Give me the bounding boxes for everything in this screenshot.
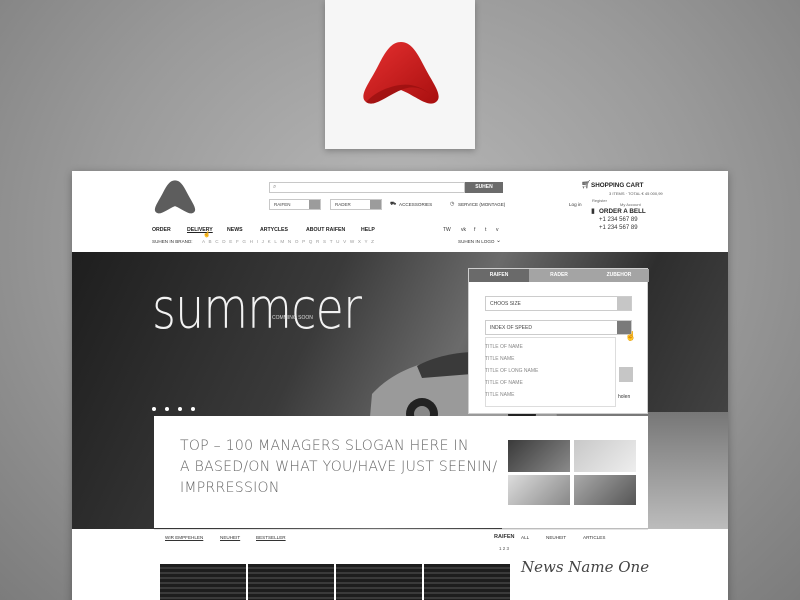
thumbnail-image[interactable] [508,475,570,505]
tire-product-image[interactable] [336,564,422,600]
phone-icon: ▮ [591,208,595,215]
chevron-down-icon [370,200,381,209]
pagination[interactable]: 1 2 3 [499,546,509,551]
nav-artycles[interactable]: ARTYCLES [260,227,288,233]
chevron-down-icon [309,200,320,209]
login-link[interactable]: Log in [569,202,582,207]
clock-icon: ◷ [450,201,455,207]
filter-new[interactable]: NEUHEIT [220,535,240,540]
news-title[interactable]: News Name One [521,558,649,576]
carousel-dot[interactable] [165,407,169,411]
nav-order[interactable]: ORDER [152,227,171,233]
website-mockup: ⌕ SUHEN RAIFEN RADER ⛟ ACCESSORIES ◷ SER… [72,171,728,600]
carousel-dot[interactable] [178,407,182,411]
vk-icon[interactable]: vk [461,227,466,233]
tire-product-image[interactable] [248,564,334,600]
tire-search-panel: RAIFEN RADER ZUBEHOR CHOOS SIZE INDEX OF… [468,268,649,414]
tire-product-image[interactable] [424,564,510,600]
select-raifen-value: RAIFEN [274,202,291,207]
logo-filter-label[interactable]: SUHEN IN LOGO [458,239,495,244]
cart-summary: 3 ITEMS · TOTAL € 45 000,99 [609,191,663,196]
promo-content: TOP – 100 MANAGERS SLOGAN HERE IN A BASE… [154,416,648,528]
search-icon: ⌕ [273,184,277,190]
panel-side-text: holen [618,394,631,400]
hero-subtitle: COMMING SOON [272,315,313,321]
nav-about[interactable]: ABOUT RAIFEN [306,227,345,233]
site-logo-icon[interactable] [152,179,198,215]
dropdown-option[interactable]: TITLE OF LONG NAME [485,368,538,374]
filter-category-title: RAIFEN [494,534,515,540]
filter-all[interactable]: ALL [521,535,529,540]
tab-raifen[interactable]: RAIFEN [469,269,529,282]
thumbnail-image[interactable] [574,440,636,472]
slogan-line: TOP – 100 MANAGERS SLOGAN HERE IN [180,438,469,454]
tumblr-icon[interactable]: t [485,227,486,233]
carousel-dot[interactable] [152,407,156,411]
brand-logo-card [325,0,475,149]
dropdown-option[interactable]: TITLE OF NAME [485,344,523,350]
tab-zubehor[interactable]: ZUBEHOR [589,269,649,282]
filter-bestseller[interactable]: BESTSELLER [256,535,286,540]
chevron-down-icon[interactable] [619,367,633,382]
slogan-line: A BASED/ON WHAT YOU/HAVE JUST SEENIN/ [180,459,498,475]
select-rader-value: RADER [335,202,351,207]
filter-recommend[interactable]: WIR EMPFEHLEN [165,535,203,540]
brand-bar-label: SUHEN IN BRAND: [152,239,193,244]
twitter-icon[interactable]: TW [443,227,451,233]
speed-index-value: INDEX OF SPEED [490,325,532,331]
accessories-link[interactable]: ACCESSORIES [399,202,432,207]
brand-letters[interactable]: A B C D E F G H I J K L M N O P Q R S T … [202,239,375,244]
chevron-down-icon[interactable]: ⌄ [496,237,501,244]
dropdown-option[interactable]: TITLE OF NAME [485,380,523,386]
speed-index-select[interactable]: INDEX OF SPEED [485,320,632,335]
filter-neuheit[interactable]: NEUHEIT [546,535,566,540]
chevron-down-icon [617,297,631,310]
thumbnail-image[interactable] [574,475,636,505]
cursor-hand-icon: ☝ [203,232,211,238]
cursor-hand-icon: ☝ [625,331,637,341]
size-select-value: CHOOS SIZE [490,301,521,307]
cart-icon[interactable]: 🛒︎ [581,180,591,189]
search-button[interactable]: SUHEN [465,182,503,193]
facebook-icon[interactable]: f [474,227,475,233]
dropdown-option[interactable]: TITLE NAME [485,392,514,398]
vimeo-icon[interactable]: v [496,227,499,233]
nav-news[interactable]: NEWS [227,227,243,233]
my-account-link[interactable]: My Account [620,202,641,207]
nav-help[interactable]: HELP [361,227,375,233]
size-select[interactable]: CHOOS SIZE [485,296,632,311]
filter-articles[interactable]: ARTICLES [583,535,605,540]
cart-title[interactable]: SHOPPING CART [591,182,643,189]
phone-number: +1 234 567 89 [599,225,638,231]
register-link[interactable]: Register [592,198,607,203]
search-input[interactable]: ⌕ [269,182,465,193]
tab-rader[interactable]: RADER [529,269,589,282]
thumbnail-image[interactable] [508,440,570,472]
select-rader[interactable]: RADER [330,199,382,210]
service-link[interactable]: SERVICE (MONTAGE) [458,202,505,207]
slogan-line: IMPRRESSION [180,480,280,496]
tire-product-image[interactable] [160,564,246,600]
carousel-dot[interactable] [191,407,195,411]
divider [154,529,648,530]
dropdown-option[interactable]: TITLE NAME [485,356,514,362]
brand-logo-icon [363,42,439,104]
hero-title: summcer [152,277,362,342]
truck-icon: ⛟ [390,201,397,207]
order-bell-link[interactable]: ORDER A BELL [599,208,646,215]
phone-number: +1 234 567 89 [599,217,638,223]
select-raifen[interactable]: RAIFEN [269,199,321,210]
